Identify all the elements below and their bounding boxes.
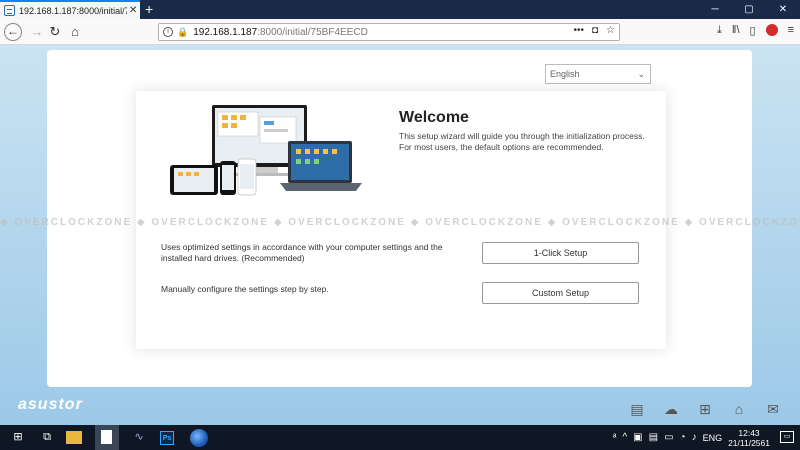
task-view-icon[interactable]: ⧉ (38, 429, 56, 446)
network-wifi-icon[interactable]: ◔ (680, 432, 686, 443)
tab-title: 192.168.1.187:8000/initial/75BF4 (19, 5, 127, 16)
devices-illustration (170, 105, 362, 196)
network-icon[interactable]: ⊞ (694, 400, 716, 418)
document-app-icon[interactable] (95, 425, 119, 450)
battery-icon[interactable]: ▭ (664, 432, 673, 443)
welcome-title: Welcome (399, 109, 469, 126)
clock-date: 21/11/2561 (728, 437, 770, 448)
people-icon[interactable]: ᵃ (613, 432, 617, 443)
back-arrow-icon[interactable]: ← (4, 23, 22, 41)
firefox-icon[interactable] (190, 429, 208, 447)
browser-navbar: ← → ↻ ⌂ i 🔒 192.168.1.187:8000/initial/7… (0, 19, 800, 45)
system-tray: ᵃ ^ ▣ ▤ ▭ ◔ ♪ ENG 12:43 21/11/2561 (613, 425, 770, 450)
file-explorer-icon[interactable] (66, 431, 82, 444)
extension-icon[interactable] (765, 24, 778, 36)
custom-setup-description: Manually configure the settings step by … (161, 284, 329, 294)
bookmark-star-icon[interactable]: ☆ (606, 25, 615, 36)
browser-tabbar: 192.168.1.187:8000/initial/75BF4 ✕ + ─ ▢… (0, 0, 800, 19)
library-icon[interactable]: ‖\ (732, 24, 740, 37)
app-tray-icon[interactable]: ▣ (633, 432, 642, 443)
url-host: 192.168.1.187 (193, 26, 258, 38)
app-tray-icon-2[interactable]: ▤ (649, 432, 658, 443)
minimize-button[interactable]: ─ (698, 0, 732, 19)
language-value: English (550, 69, 580, 79)
asustor-logo: asustor (18, 396, 83, 413)
insecure-lock-icon[interactable]: 🔒 (177, 27, 188, 38)
page-background: English ⌄ Welcome This setup wizard will… (0, 45, 800, 425)
clock[interactable]: 12:43 21/11/2561 (728, 428, 770, 448)
clock-time: 12:43 (738, 427, 760, 438)
window-controls: ─ ▢ ✕ (698, 0, 800, 19)
cloud-download-icon[interactable]: ☁ (660, 400, 682, 418)
restore-button[interactable]: ▢ (732, 0, 766, 19)
chat-icon[interactable]: ▤ (626, 400, 648, 418)
welcome-description: This setup wizard will guide you through… (399, 131, 645, 152)
mail-icon[interactable]: ✉ (762, 400, 784, 418)
chevron-down-icon: ⌄ (637, 69, 645, 79)
forward-arrow-icon[interactable]: → (28, 23, 46, 41)
custom-setup-button[interactable]: Custom Setup (482, 282, 639, 304)
close-window-button[interactable]: ✕ (766, 0, 800, 19)
info-icon[interactable]: i (163, 27, 173, 37)
browser-tab[interactable]: 192.168.1.187:8000/initial/75BF4 ✕ (0, 0, 140, 19)
site-favicon-icon (4, 5, 15, 16)
one-click-description: Uses optimized settings in accordance wi… (161, 242, 443, 263)
menu-icon[interactable]: ≡ (788, 24, 794, 37)
footer-icons: ▤ ☁ ⊞ ⌂ ✉ (626, 400, 784, 418)
start-windows-icon[interactable]: ⊞ (9, 429, 27, 446)
notifications-icon[interactable]: ▭ (780, 431, 794, 443)
tab-close-icon[interactable]: ✕ (129, 5, 137, 16)
url-bar[interactable]: i 🔒 192.168.1.187:8000/initial/75BF4EECD… (158, 23, 620, 41)
photoshop-icon[interactable]: Ps (160, 431, 174, 445)
show-hidden-icons-icon[interactable]: ^ (622, 432, 627, 443)
home-icon[interactable]: ⌂ (66, 23, 84, 41)
watermark-text: ◆ OVERCLOCKZONE ◆ OVERCLOCKZONE ◆ OVERCL… (0, 217, 800, 228)
volume-icon[interactable]: ♪ (692, 432, 697, 443)
one-click-setup-button[interactable]: 1-Click Setup (482, 242, 639, 264)
url-path: :8000/initial/75BF4EECD (257, 26, 368, 38)
bank-icon[interactable]: ⌂ (728, 400, 750, 418)
monitor-app-icon[interactable]: ∿ (130, 429, 148, 446)
windows-taskbar: ⊞ ⧉ ∿ Ps ᵃ ^ ▣ ▤ ▭ ◔ ♪ ENG 12:43 21/11/2… (0, 425, 800, 450)
language-select[interactable]: English ⌄ (545, 64, 651, 84)
pocket-icon[interactable]: ◘ (592, 25, 598, 36)
sidebar-icon[interactable]: ▯ (750, 24, 756, 37)
reload-icon[interactable]: ↻ (46, 23, 64, 41)
new-tab-button[interactable]: + (145, 1, 153, 17)
page-actions-icon[interactable]: ••• (573, 25, 584, 36)
input-language[interactable]: ENG (703, 433, 723, 443)
download-icon[interactable]: ⤓ (717, 24, 722, 37)
